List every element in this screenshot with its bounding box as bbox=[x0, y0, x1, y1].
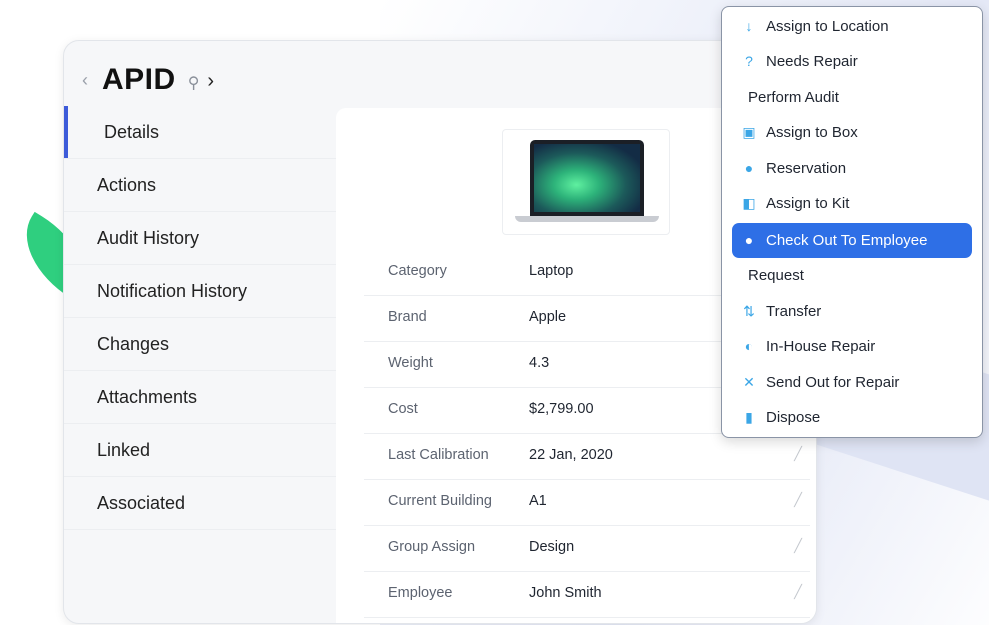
menu-item-assign-to-kit[interactable]: ◧ Assign to Kit bbox=[732, 186, 972, 221]
detail-label: Group Assign bbox=[388, 539, 476, 555]
sidebar-item-label: Notification History bbox=[97, 281, 248, 301]
sidebar-item-label: Audit History bbox=[97, 228, 200, 248]
trash-icon: ▮ bbox=[745, 409, 753, 425]
menu-item-label: Assign to Location bbox=[766, 18, 889, 35]
menu-item-label: Needs Repair bbox=[766, 53, 858, 70]
product-image bbox=[502, 129, 670, 235]
detail-value: Laptop bbox=[529, 263, 574, 279]
menu-item-reservation[interactable]: ● Reservation bbox=[732, 151, 972, 186]
sidebar: Details Actions Audit History Notificati… bbox=[64, 106, 336, 530]
detail-label: Brand bbox=[388, 309, 427, 325]
actions-dropdown-menu: ↓ Assign to Location ? Needs Repair Perf… bbox=[721, 6, 983, 438]
search-icon[interactable]: ⚲ bbox=[188, 73, 200, 93]
detail-value: 22 Jan, 2020 bbox=[529, 447, 613, 463]
menu-item-label: Transfer bbox=[766, 303, 822, 320]
location-pin-icon: ↓ bbox=[745, 18, 753, 34]
sidebar-item-label: Changes bbox=[97, 334, 170, 354]
menu-item-label: Reservation bbox=[766, 160, 847, 177]
sidebar-item-details[interactable]: Details bbox=[64, 106, 336, 159]
edit-icon[interactable]: ╱ bbox=[794, 446, 802, 462]
detail-row-group-assign: Group Assign Design ╱ bbox=[364, 526, 810, 572]
page-title: APID bbox=[102, 63, 176, 96]
menu-item-request[interactable]: Request bbox=[732, 258, 972, 293]
edit-icon[interactable]: ╱ bbox=[794, 492, 802, 508]
menu-item-dispose[interactable]: ▮ Dispose bbox=[732, 400, 972, 435]
menu-item-assign-to-location[interactable]: ↓ Assign to Location bbox=[732, 9, 972, 44]
detail-row-current-building: Current Building A1 ╱ bbox=[364, 480, 810, 526]
menu-item-in-house-repair[interactable]: ◐ In-House Repair bbox=[732, 329, 972, 364]
detail-value: $2,799.00 bbox=[529, 401, 594, 417]
kit-icon: ◧ bbox=[742, 195, 756, 211]
detail-label: Weight bbox=[388, 355, 433, 371]
box-icon: ▣ bbox=[742, 124, 756, 140]
next-icon[interactable]: › bbox=[207, 70, 214, 93]
menu-item-label: Check Out To Employee bbox=[766, 232, 928, 249]
person-icon: ● bbox=[744, 160, 754, 176]
menu-item-send-out-for-repair[interactable]: ✕ Send Out for Repair bbox=[732, 365, 972, 400]
sidebar-item-label: Linked bbox=[97, 440, 151, 460]
menu-item-needs-repair[interactable]: ? Needs Repair bbox=[732, 44, 972, 79]
sidebar-item-attachments[interactable]: Attachments bbox=[64, 371, 336, 424]
sidebar-item-label: Details bbox=[104, 122, 160, 142]
detail-label: Category bbox=[388, 263, 447, 279]
previous-icon[interactable]: ‹ bbox=[82, 70, 88, 91]
detail-label: Employee bbox=[388, 585, 453, 601]
asset-window: ‹ APID ⚲ › Details Actions Audit History… bbox=[63, 40, 817, 624]
sidebar-item-actions[interactable]: Actions bbox=[64, 159, 336, 212]
transfer-icon: ⇅ bbox=[743, 303, 755, 319]
menu-item-label: Assign to Box bbox=[766, 124, 858, 141]
shield-icon: ◐ bbox=[744, 338, 754, 354]
menu-item-label: Request bbox=[748, 267, 804, 284]
menu-item-label: Dispose bbox=[766, 409, 821, 426]
detail-label: Current Building bbox=[388, 493, 492, 509]
detail-row-last-calibration: Last Calibration 22 Jan, 2020 ╱ bbox=[364, 434, 810, 480]
sidebar-item-notification-history[interactable]: Notification History bbox=[64, 265, 336, 318]
detail-value: Design bbox=[529, 539, 575, 555]
sidebar-item-associated[interactable]: Associated bbox=[64, 477, 336, 530]
detail-value: A1 bbox=[529, 493, 547, 509]
sidebar-item-label: Actions bbox=[97, 175, 157, 195]
menu-item-assign-to-box[interactable]: ▣ Assign to Box bbox=[732, 115, 972, 150]
menu-item-label: Send Out for Repair bbox=[766, 374, 900, 391]
sidebar-item-audit-history[interactable]: Audit History bbox=[64, 212, 336, 265]
edit-icon[interactable]: ╱ bbox=[794, 538, 802, 554]
sidebar-item-changes[interactable]: Changes bbox=[64, 318, 336, 371]
sidebar-item-linked[interactable]: Linked bbox=[64, 424, 336, 477]
menu-item-label: Assign to Kit bbox=[766, 195, 850, 212]
menu-item-perform-audit[interactable]: Perform Audit bbox=[732, 80, 972, 115]
title-row: ‹ APID ⚲ › bbox=[82, 63, 214, 97]
detail-label: Cost bbox=[388, 401, 418, 417]
menu-item-transfer[interactable]: ⇅ Transfer bbox=[732, 294, 972, 329]
detail-label: Last Calibration bbox=[388, 447, 489, 463]
sidebar-item-label: Associated bbox=[97, 493, 186, 513]
edit-icon[interactable]: ╱ bbox=[794, 584, 802, 600]
detail-value: Apple bbox=[529, 309, 567, 325]
menu-item-check-out-to-employee[interactable]: ● Check Out To Employee bbox=[732, 223, 972, 258]
tools-icon: ✕ bbox=[743, 374, 755, 390]
detail-row-employee: Employee John Smith ╱ bbox=[364, 572, 810, 618]
menu-item-label: In-House Repair bbox=[766, 338, 876, 355]
laptop-screen bbox=[530, 140, 644, 216]
detail-value: John Smith bbox=[529, 585, 602, 601]
sidebar-item-label: Attachments bbox=[97, 387, 198, 407]
laptop-base bbox=[515, 216, 659, 222]
person-icon: ● bbox=[744, 232, 754, 248]
menu-item-label: Perform Audit bbox=[748, 89, 839, 106]
question-icon: ? bbox=[745, 53, 753, 69]
detail-value: 4.3 bbox=[529, 355, 550, 371]
